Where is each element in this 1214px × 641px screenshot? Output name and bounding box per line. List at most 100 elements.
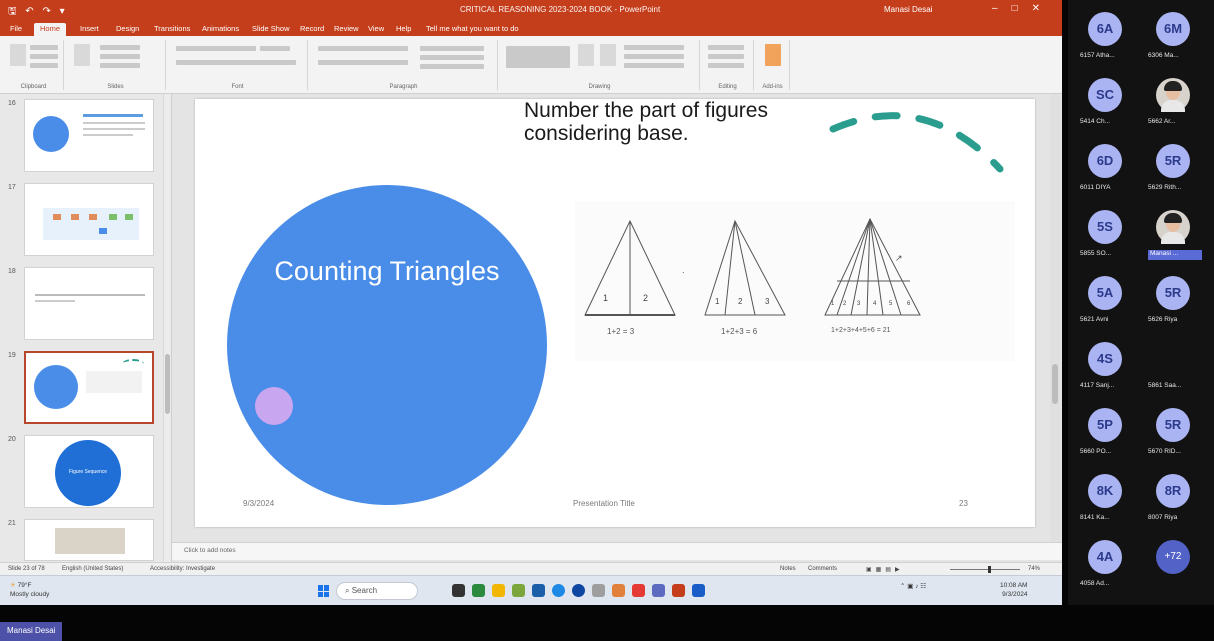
- slide-thumbnail[interactable]: [24, 183, 154, 256]
- slide-title[interactable]: Counting Triangles: [257, 254, 517, 288]
- task-view-icon[interactable]: [452, 584, 465, 597]
- app-icon[interactable]: [692, 584, 705, 597]
- tab-slide-show[interactable]: Slide Show: [246, 23, 296, 36]
- quick-access-toolbar[interactable]: 🖫 ↶ ↷ ▾: [8, 4, 68, 21]
- font-name-select[interactable]: [176, 46, 256, 51]
- mail-icon[interactable]: [532, 584, 545, 597]
- slides-group: Slides: [66, 40, 166, 90]
- align-buttons[interactable]: [318, 60, 408, 65]
- window-controls[interactable]: –□✕: [992, 3, 1054, 14]
- participant-tile[interactable]: 6M 6306 Ma...: [1142, 6, 1204, 64]
- font-size-select[interactable]: [260, 46, 290, 51]
- tab-file[interactable]: File: [4, 23, 28, 36]
- slide-thumbnail[interactable]: [24, 99, 154, 172]
- participant-tile[interactable]: 5R 5629 Rith...: [1142, 138, 1204, 196]
- participant-tile[interactable]: 5R 5670 RID...: [1142, 402, 1204, 460]
- comments-toggle[interactable]: Comments: [808, 566, 837, 572]
- add-ins-button[interactable]: [765, 44, 781, 66]
- app-icon[interactable]: [592, 584, 605, 597]
- slide-footer-title: Presentation Title: [573, 499, 635, 508]
- app-icon[interactable]: [472, 584, 485, 597]
- app-icon[interactable]: [512, 584, 525, 597]
- taskbar-clock[interactable]: 10:08 AM 9/3/2024: [1000, 581, 1027, 599]
- view-buttons[interactable]: ▣▦▤▶: [866, 566, 904, 573]
- tab-animations[interactable]: Animations: [196, 23, 245, 36]
- shape-outline-button[interactable]: [624, 54, 684, 59]
- list-buttons[interactable]: [318, 46, 408, 51]
- slide-canvas[interactable]: Counting Triangles Number the part of fi…: [195, 99, 1035, 527]
- slide-thumbnail[interactable]: Figure Sequence: [24, 435, 154, 508]
- signed-in-user[interactable]: Manasi Desai: [884, 5, 932, 14]
- section-button[interactable]: [100, 63, 140, 68]
- reset-button[interactable]: [100, 54, 140, 59]
- paste-button[interactable]: [10, 44, 26, 66]
- align-text-button[interactable]: [420, 55, 484, 60]
- app-icon[interactable]: [612, 584, 625, 597]
- shapes-gallery[interactable]: [506, 46, 570, 68]
- participant-tile[interactable]: SC 5414 Ch...: [1074, 72, 1136, 130]
- tab-record[interactable]: Record: [294, 23, 330, 36]
- participant-tile[interactable]: 8K 8141 Ka...: [1074, 468, 1136, 526]
- thumbnail-scrollbar[interactable]: [163, 94, 171, 562]
- format-painter-button[interactable]: [30, 63, 58, 68]
- instruction-text[interactable]: Number the part of figures considering b…: [524, 99, 784, 145]
- font-format-buttons[interactable]: [176, 60, 296, 65]
- slide-thumbnail[interactable]: [24, 519, 154, 561]
- shape-fill-button[interactable]: [624, 45, 684, 50]
- notes-toggle[interactable]: Notes: [780, 566, 796, 572]
- tab-view[interactable]: View: [362, 23, 390, 36]
- accessibility-status[interactable]: Accessibility: Investigate: [150, 566, 215, 572]
- more-participants-button[interactable]: +72: [1156, 540, 1190, 574]
- tab-review[interactable]: Review: [328, 23, 365, 36]
- notes-pane[interactable]: Click to add notes: [172, 542, 1062, 560]
- teams-icon[interactable]: [652, 584, 665, 597]
- language-indicator[interactable]: English (United States): [62, 566, 123, 572]
- quick-styles-button[interactable]: [600, 44, 616, 66]
- arrange-button[interactable]: [578, 44, 594, 66]
- triangle-figures-image[interactable]: . ↗ 1 2 1 2 3 1 2 3 4 5 6 1+2 = 3 1+2+3 …: [575, 201, 1015, 361]
- select-button[interactable]: [708, 63, 744, 68]
- participant-tile[interactable]: 4A 4058 Ad...: [1074, 534, 1136, 592]
- participant-tile[interactable]: 5662 Ar...: [1142, 72, 1204, 130]
- file-explorer-icon[interactable]: [492, 584, 505, 597]
- participant-tile[interactable]: Manasi ...: [1142, 204, 1204, 262]
- taskbar-search[interactable]: ⌕ Search: [336, 582, 418, 600]
- participant-tile[interactable]: 5R 5626 Riya: [1142, 270, 1204, 328]
- slide-scrollbar[interactable]: [1050, 94, 1060, 542]
- tab-design[interactable]: Design: [110, 23, 145, 36]
- participant-tile[interactable]: 5861 Saa...: [1142, 336, 1204, 394]
- app-icon[interactable]: [632, 584, 645, 597]
- participant-tile[interactable]: 8R 8007 Riya: [1142, 468, 1204, 526]
- tab-insert[interactable]: Insert: [74, 23, 105, 36]
- participant-tile[interactable]: 6A 6157 Atha...: [1074, 6, 1136, 64]
- replace-button[interactable]: [708, 54, 744, 59]
- new-slide-button[interactable]: [74, 44, 90, 66]
- slide-thumbnail[interactable]: [24, 267, 154, 340]
- tell-me-search[interactable]: Tell me what you want to do: [420, 23, 525, 36]
- cut-button[interactable]: [30, 45, 58, 50]
- zoom-level[interactable]: 74%: [1028, 566, 1040, 572]
- participant-tile[interactable]: 6D 6011 DIYA: [1074, 138, 1136, 196]
- smartart-button[interactable]: [420, 64, 484, 69]
- tab-help[interactable]: Help: [390, 23, 417, 36]
- participant-tile[interactable]: +72: [1142, 534, 1204, 592]
- zoom-slider[interactable]: [950, 566, 1020, 573]
- edge-icon[interactable]: [552, 584, 565, 597]
- powerpoint-icon[interactable]: [672, 584, 685, 597]
- layout-button[interactable]: [100, 45, 140, 50]
- copy-button[interactable]: [30, 54, 58, 59]
- text-direction-button[interactable]: [420, 46, 484, 51]
- slide-thumbnail-current[interactable]: [24, 351, 154, 424]
- find-button[interactable]: [708, 45, 744, 50]
- shape-effects-button[interactable]: [624, 63, 684, 68]
- participant-tile[interactable]: 5S 5855 SO...: [1074, 204, 1136, 262]
- chrome-icon[interactable]: [572, 584, 585, 597]
- tab-transitions[interactable]: Transitions: [148, 23, 196, 36]
- windows-start-icon[interactable]: [318, 585, 330, 597]
- participant-tile[interactable]: 5P 5660 PO...: [1074, 402, 1136, 460]
- system-tray[interactable]: ⌃ ▣ ♪ ☷: [900, 582, 926, 590]
- weather-widget[interactable]: ☀ 79°F Mostly cloudy: [10, 581, 49, 599]
- participant-tile[interactable]: 5A 5621 Avni: [1074, 270, 1136, 328]
- participant-tile[interactable]: 4S 4117 Sanj...: [1074, 336, 1136, 394]
- tab-home[interactable]: Home: [34, 23, 67, 36]
